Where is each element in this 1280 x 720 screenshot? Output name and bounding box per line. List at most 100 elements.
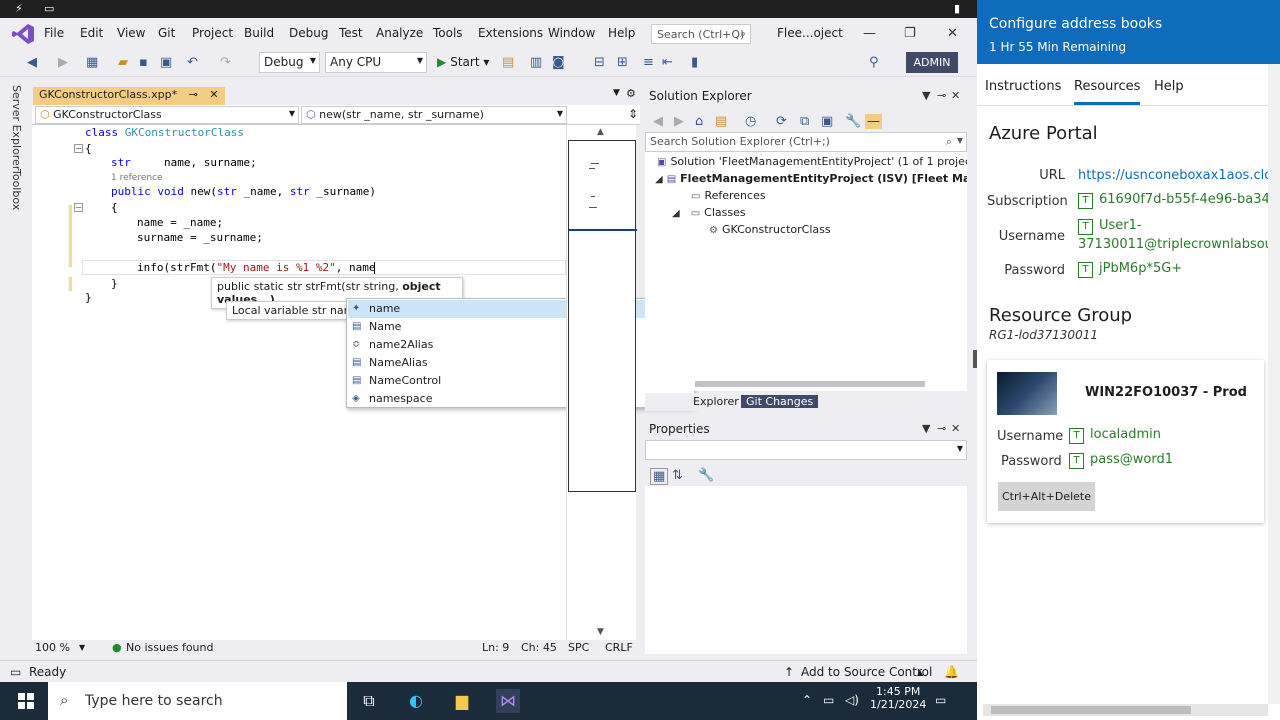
collapse-icon[interactable]: − xyxy=(74,144,83,153)
volume-icon[interactable]: ◁) xyxy=(845,693,859,707)
vs-search-input[interactable]: Search (Ctrl+Q) ⌕ xyxy=(651,24,751,44)
alphabetical-icon[interactable]: ⇅ xyxy=(672,468,683,483)
taskbar-clock[interactable]: 1:45 PM 1/21/2024 xyxy=(870,685,926,711)
collapse-icon[interactable]: − xyxy=(74,203,83,212)
windows-start-icon[interactable] xyxy=(18,693,34,709)
zoom-level[interactable]: 100 % xyxy=(35,641,70,654)
collapse-all-icon[interactable]: ⧉ xyxy=(800,114,809,129)
type-navigation-dropdown[interactable]: ⬡ GKConstructorClass ▼ xyxy=(35,106,299,124)
member-navigation-dropdown[interactable]: ⬡ new(str _name, str _surname) ▼ xyxy=(301,106,567,124)
tab-instructions[interactable]: Instructions xyxy=(985,79,1061,94)
toolbar-tool-3-icon[interactable]: ⊟ xyxy=(594,55,605,70)
chevron-up-icon[interactable]: ▲ xyxy=(917,668,923,677)
tree-item-solution[interactable]: ▣ Solution 'FleetManagementEntityProject'… xyxy=(657,155,967,168)
completion-item[interactable]: ▤ NameAlias xyxy=(348,354,694,372)
document-tab[interactable]: GKConstructorClass.xpp* ⊸ ✕ xyxy=(33,87,225,105)
url-link-text[interactable]: https://usnconeboxax1aos.cloud.onebox.dy… xyxy=(1078,168,1280,183)
chevron-down-icon[interactable]: ▼ xyxy=(79,643,85,652)
menu-analyze[interactable]: Analyze xyxy=(376,26,423,40)
issues-status[interactable]: No issues found xyxy=(126,641,213,654)
line-ending[interactable]: CRLF xyxy=(605,641,633,654)
url-link[interactable]: https://usnconeboxax1aos.cloud.onebox.dy… xyxy=(1078,168,1280,183)
azure-password-value[interactable]: TjPbM6p*5G+ xyxy=(1078,261,1182,278)
minimize-icon[interactable]: — xyxy=(863,26,876,41)
tray-chevron-up-icon[interactable]: ⌃ xyxy=(802,693,812,707)
tree-item-project[interactable]: ◢ ▤ FleetManagementEntityProject (ISV) [Fl… xyxy=(655,172,967,185)
tree-item-references[interactable]: ▭ References xyxy=(691,189,766,202)
menu-test[interactable]: Test xyxy=(339,26,363,40)
live-share-icon[interactable]: ⚲ xyxy=(869,55,879,70)
start-button[interactable]: ▶ Start ▾ xyxy=(437,55,489,69)
copy-text-icon[interactable]: T xyxy=(1078,219,1093,235)
copy-text-icon[interactable]: T xyxy=(1069,428,1084,444)
categorized-icon[interactable]: ▦ xyxy=(650,468,669,485)
admin-badge[interactable]: ADMIN xyxy=(906,52,958,73)
switch-views-icon[interactable]: ▤ xyxy=(715,114,727,129)
save-icon[interactable]: ▪ xyxy=(139,55,148,70)
menu-help[interactable]: Help xyxy=(608,26,635,40)
completion-item[interactable]: ◈ namespace xyxy=(348,390,694,408)
whitespace-mode[interactable]: SPC xyxy=(568,641,589,654)
bookmark-icon[interactable]: ▮ xyxy=(691,55,698,70)
preview-selected-icon[interactable]: — xyxy=(865,114,882,129)
forward-icon[interactable]: ▶ xyxy=(674,114,684,129)
monitor-icon[interactable]: ▭ xyxy=(44,2,54,15)
tree-item-classes[interactable]: ◢ ▭ Classes xyxy=(672,206,746,219)
scroll-down-icon[interactable]: ▼ xyxy=(597,627,604,637)
history-icon[interactable]: ◷ xyxy=(745,114,756,129)
home-icon[interactable]: ⌂ xyxy=(695,114,703,129)
settings-icon[interactable]: ⚙ xyxy=(626,87,636,100)
outdent-icon[interactable]: ⇤ xyxy=(662,55,673,70)
edge-icon[interactable]: ◐ xyxy=(404,689,428,713)
back-icon[interactable]: ◀ xyxy=(27,55,37,70)
forward-icon[interactable]: ▶ xyxy=(58,55,68,70)
tab-help[interactable]: Help xyxy=(1154,79,1184,94)
close-icon[interactable]: ✕ xyxy=(947,26,958,41)
completion-item[interactable]: ▤ Name xyxy=(348,318,694,336)
chevron-down-icon[interactable]: ▼ xyxy=(922,422,930,435)
menu-git[interactable]: Git xyxy=(158,26,175,40)
add-to-source-control[interactable]: Add to Source Control xyxy=(801,665,932,679)
vm-username-value[interactable]: Tlocaladmin xyxy=(1069,427,1161,444)
restore-icon[interactable]: ❐ xyxy=(904,26,916,41)
pin-icon[interactable]: ⊸ xyxy=(937,89,946,102)
menu-file[interactable]: File xyxy=(44,26,64,40)
copy-text-icon[interactable]: T xyxy=(1078,193,1093,209)
new-project-icon[interactable]: ▦ xyxy=(86,55,98,70)
pin-icon[interactable]: ⊸ xyxy=(189,88,198,101)
solution-config-dropdown[interactable]: Debug ▼ xyxy=(259,52,320,73)
file-explorer-icon[interactable]: ▆ xyxy=(450,689,474,713)
tab-solution-explorer[interactable]: Explorer xyxy=(693,395,739,408)
vm-thumbnail[interactable] xyxy=(997,372,1057,415)
save-all-icon[interactable]: ▣ xyxy=(160,55,172,70)
tab-git-changes[interactable]: Git Changes xyxy=(741,395,819,408)
sync-icon[interactable]: ⟳ xyxy=(776,114,787,129)
menu-debug[interactable]: Debug xyxy=(289,26,328,40)
chevron-down-icon[interactable]: ▼ xyxy=(957,136,963,145)
azure-username-value[interactable]: T User1- xyxy=(1078,218,1142,235)
tab-resources[interactable]: Resources xyxy=(1074,79,1141,105)
toolbar-tool-2-icon[interactable]: ◙ xyxy=(552,55,565,70)
menu-window[interactable]: Window xyxy=(548,26,595,40)
notifications-bell-icon[interactable]: 🔔 xyxy=(944,665,959,679)
code-minimap[interactable] xyxy=(568,140,637,492)
pin-icon[interactable]: ⊸ xyxy=(937,422,946,435)
undo-icon[interactable]: ↶ xyxy=(187,55,198,70)
split-editor-icon[interactable]: ⇕ xyxy=(628,107,638,121)
platform-dropdown[interactable]: Any CPU ▼ xyxy=(325,52,427,73)
intellisense-list[interactable]: ✦ name ▤ Name ≎ name2Alias ▤ NameAlias ▤ Name… xyxy=(346,298,695,408)
solution-explorer-search-input[interactable]: Search Solution Explorer (Ctrl+;) ⌕ ▼ xyxy=(645,132,967,152)
close-icon[interactable]: ✕ xyxy=(951,89,960,102)
scroll-up-icon[interactable]: ▲ xyxy=(597,127,604,137)
show-all-files-icon[interactable]: ▣ xyxy=(821,114,833,129)
tree-item-class-file[interactable]: ⚙ GKConstructorClass xyxy=(709,223,831,236)
align-icon[interactable]: ≡ xyxy=(643,55,654,70)
properties-wrench-icon[interactable]: 🔧 xyxy=(845,114,861,129)
completion-item[interactable]: ▤ NameControl xyxy=(348,372,694,390)
ctrl-alt-delete-button[interactable]: Ctrl+Alt+Delete xyxy=(998,482,1095,511)
visual-studio-taskbar-icon[interactable]: ⋈ xyxy=(496,689,520,713)
menu-build[interactable]: Build xyxy=(244,26,274,40)
server-explorer-tab[interactable]: Server Explorer xyxy=(10,85,23,170)
close-icon[interactable]: ✕ xyxy=(951,422,960,435)
chevron-down-icon[interactable]: ▼ xyxy=(922,89,930,102)
